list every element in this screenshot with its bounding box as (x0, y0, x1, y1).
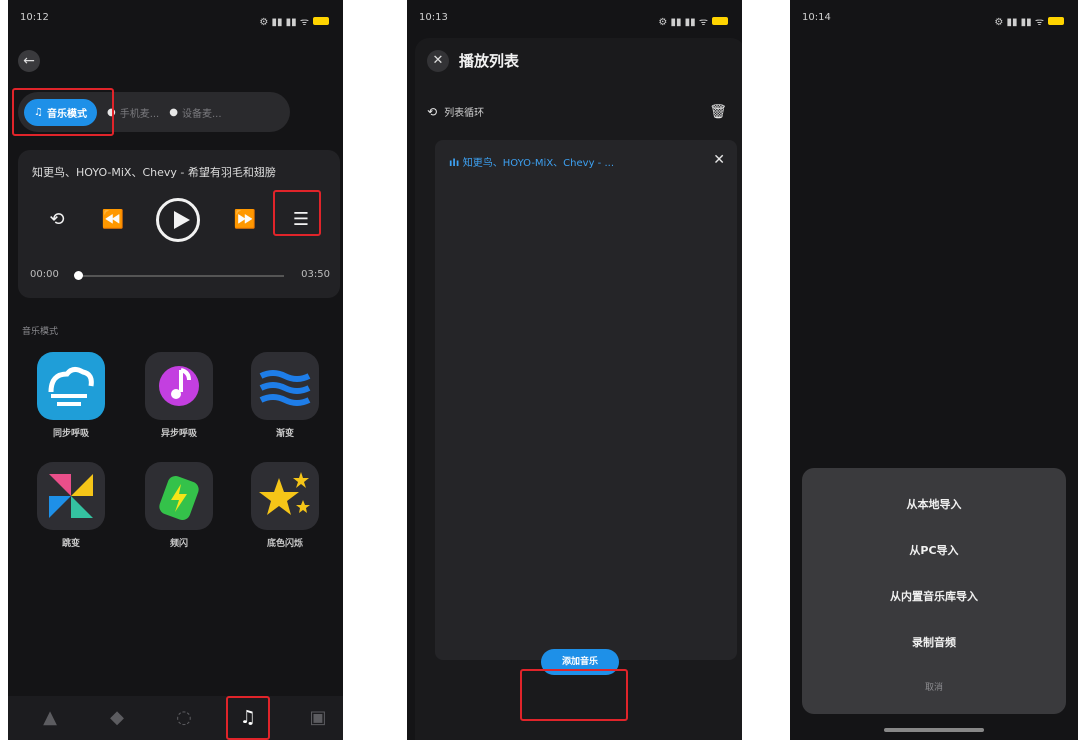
loop-label[interactable]: 列表循环 (444, 108, 484, 119)
status-time: 10:12 (20, 12, 49, 23)
loop-icon[interactable]: ⟲ (427, 105, 441, 119)
import-pc-option[interactable]: 从PC导入 (802, 542, 1066, 558)
progress-track[interactable] (76, 275, 284, 277)
phone-screen-music-mode: 10:12 ⚙ ▮▮ ▮▮ ᯤ ← ♫ 音乐模式 ● 手机麦... ● 设备麦.… (8, 0, 343, 740)
trash-icon[interactable]: 🗑 (709, 104, 727, 120)
close-button[interactable]: ✕ (427, 50, 449, 72)
section-label: 音乐模式 (22, 327, 59, 337)
status-bar: 10:14 ⚙ ▮▮ ▮▮ ᯤ (802, 12, 1064, 30)
battery-icon (313, 17, 329, 25)
status-time: 10:13 (419, 12, 448, 23)
playlist-title: 播放列表 (459, 52, 520, 70)
tab-phone-mic[interactable]: ● 手机麦... (107, 105, 159, 120)
playlist-panel: ılı 知更鸟、HOYO-MiX、Chevy - ... ✕ (435, 140, 737, 660)
layers-icon[interactable]: ▣ (304, 704, 332, 732)
cube-icon[interactable]: ◆ (103, 704, 131, 732)
progress-knob[interactable] (74, 271, 83, 280)
battery-icon (1048, 17, 1064, 25)
battery-bolt-icon (145, 462, 213, 530)
tab-label: 手机麦... (119, 108, 160, 120)
highlight-box (226, 696, 270, 740)
effect-label: 同步呼吸 (52, 429, 89, 439)
waves-icon (251, 352, 319, 420)
playlist-sheet: ✕ 播放列表 ⟲ 列表循环 🗑 ılı 知更鸟、HOYO-MiX、Chevy -… (415, 38, 742, 740)
previous-icon[interactable]: ⏪ (98, 198, 128, 242)
music-note-icon (145, 352, 213, 420)
loop-row: ⟲ 列表循环 🗑 (427, 104, 727, 126)
effect-label: 异步呼吸 (160, 429, 197, 439)
effect-label: 频闪 (169, 539, 188, 549)
highlight-box (273, 190, 321, 236)
effect-label: 跳变 (61, 539, 80, 549)
status-time: 10:14 (802, 12, 831, 23)
list-item-title: 知更鸟、HOYO-MiX、Chevy - ... (462, 158, 614, 169)
play-icon (174, 211, 190, 229)
scene-icon[interactable]: ▲ (36, 704, 64, 732)
effect-jump[interactable]: 跳变 (26, 462, 116, 549)
effect-label: 底色闪烁 (266, 539, 303, 549)
phone-screen-playlist: 10:13 ⚙ ▮▮ ▮▮ ᯤ ✕ 播放列表 ⟲ 列表循环 🗑 ılı 知更鸟、… (407, 0, 742, 740)
status-icons: ⚙ ▮▮ ▮▮ ᯤ (994, 12, 1064, 30)
back-arrow-icon: ← (23, 53, 35, 69)
status-signal-icons: ⚙ ▮▮ ▮▮ ᯤ (994, 17, 1044, 28)
play-button[interactable] (156, 198, 200, 242)
effect-gradient[interactable]: 渐变 (240, 352, 330, 439)
highlight-box (12, 88, 114, 136)
status-signal-icons: ⚙ ▮▮ ▮▮ ᯤ (658, 17, 708, 28)
palette-icon[interactable]: ◌ (170, 704, 198, 732)
progress-row: 00:00 03:50 (30, 266, 330, 286)
effect-sync-breath[interactable]: 同步呼吸 (26, 352, 116, 439)
effect-base-flash[interactable]: 底色闪烁 (240, 462, 330, 549)
back-button[interactable]: ← (18, 50, 40, 72)
import-library-option[interactable]: 从内置音乐库导入 (802, 588, 1066, 604)
mic-icon: ● (169, 106, 178, 118)
next-icon[interactable]: ⏩ (230, 198, 260, 242)
tab-label: 设备麦... (181, 108, 222, 120)
close-icon: ✕ (432, 53, 444, 68)
repeat-icon[interactable]: ⟲ (42, 198, 72, 242)
import-sheet: 从本地导入 从PC导入 从内置音乐库导入 录制音频 取消 (802, 468, 1066, 714)
status-icons: ⚙ ▮▮ ▮▮ ᯤ (259, 12, 329, 30)
song-title: 知更鸟、HOYO-MiX、Chevy - 希望有羽毛和翅膀 (32, 166, 276, 179)
effect-strobe[interactable]: 频闪 (134, 462, 224, 549)
status-icons: ⚙ ▮▮ ▮▮ ᯤ (658, 12, 728, 30)
effect-label: 渐变 (275, 429, 294, 439)
pinwheel-icon (37, 462, 105, 530)
time-current: 00:00 (30, 269, 59, 280)
highlight-box (520, 669, 628, 721)
list-item[interactable]: ılı 知更鸟、HOYO-MiX、Chevy - ... ✕ (449, 152, 725, 174)
cancel-button[interactable]: 取消 (802, 680, 1066, 693)
bottom-nav: ▲ ◆ ◌ ♫ ▣ (8, 696, 343, 740)
import-local-option[interactable]: 从本地导入 (802, 496, 1066, 512)
effect-async-breath[interactable]: 异步呼吸 (134, 352, 224, 439)
status-signal-icons: ⚙ ▮▮ ▮▮ ᯤ (259, 17, 309, 28)
time-total: 03:50 (301, 269, 330, 280)
battery-icon (712, 17, 728, 25)
stars-icon (251, 462, 319, 530)
home-indicator (884, 728, 984, 732)
wind-icon (37, 352, 105, 420)
record-audio-option[interactable]: 录制音频 (802, 634, 1066, 650)
phone-screen-import-options: 10:14 ⚙ ▮▮ ▮▮ ᯤ 从本地导入 从PC导入 从内置音乐库导入 录制音… (790, 0, 1078, 740)
status-bar: 10:12 ⚙ ▮▮ ▮▮ ᯤ (20, 12, 329, 30)
remove-icon[interactable]: ✕ (713, 152, 725, 168)
now-playing-icon: ılı (449, 158, 463, 169)
status-bar: 10:13 ⚙ ▮▮ ▮▮ ᯤ (419, 12, 728, 30)
tab-device-mic[interactable]: ● 设备麦... (169, 105, 221, 120)
